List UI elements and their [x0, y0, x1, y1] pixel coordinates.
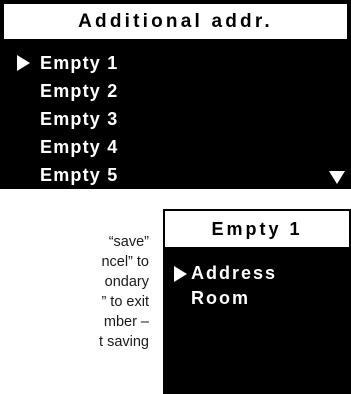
menu-item-empty-2[interactable]: Empty 2 — [2, 77, 351, 105]
instruction-line: mber – — [103, 314, 149, 330]
menu-item-address[interactable]: Address — [163, 261, 351, 286]
menu-item-label: Empty 3 — [40, 108, 119, 129]
address-menu: Empty 1 Empty 2 Empty 3 Empty 4 Empty 5 — [2, 49, 351, 189]
display-screen-additional-addr: Additional addr. Empty 1 Empty 2 Empty 3… — [0, 0, 351, 189]
instruction-line: ondary — [104, 274, 149, 290]
menu-item-label: Empty 1 — [40, 52, 119, 73]
screen-title-bar: Empty 1 — [165, 211, 349, 247]
instruction-line: ” to exit — [101, 294, 149, 310]
menu-item-empty-5[interactable]: Empty 5 — [2, 161, 351, 189]
scroll-down-icon — [329, 171, 345, 184]
selection-cursor-icon — [174, 265, 187, 282]
screen-title: Empty 1 — [211, 218, 303, 239]
menu-item-room[interactable]: Room — [163, 286, 351, 311]
menu-item-label: Room — [191, 288, 250, 308]
menu-item-empty-3[interactable]: Empty 3 — [2, 105, 351, 133]
menu-item-label: Empty 5 — [40, 164, 119, 185]
instruction-line: t saving — [99, 334, 149, 350]
screen-title: Additional addr. — [78, 10, 273, 32]
menu-item-label: Address — [191, 263, 278, 283]
display-screen-empty-1: Empty 1 Address Room — [163, 209, 351, 394]
entry-menu: Address Room — [163, 261, 351, 311]
menu-item-empty-4[interactable]: Empty 4 — [2, 133, 351, 161]
menu-item-label: Empty 2 — [40, 80, 119, 101]
selection-cursor-icon — [17, 55, 30, 71]
screen-title-bar: Additional addr. — [4, 4, 347, 39]
instruction-line: “save” — [108, 234, 149, 250]
instruction-text: “save” ncel” to ondary ” to exit mber – … — [0, 232, 149, 392]
menu-item-label: Empty 4 — [40, 136, 119, 157]
instruction-line: ncel” to — [101, 254, 149, 270]
menu-item-empty-1[interactable]: Empty 1 — [2, 49, 351, 77]
